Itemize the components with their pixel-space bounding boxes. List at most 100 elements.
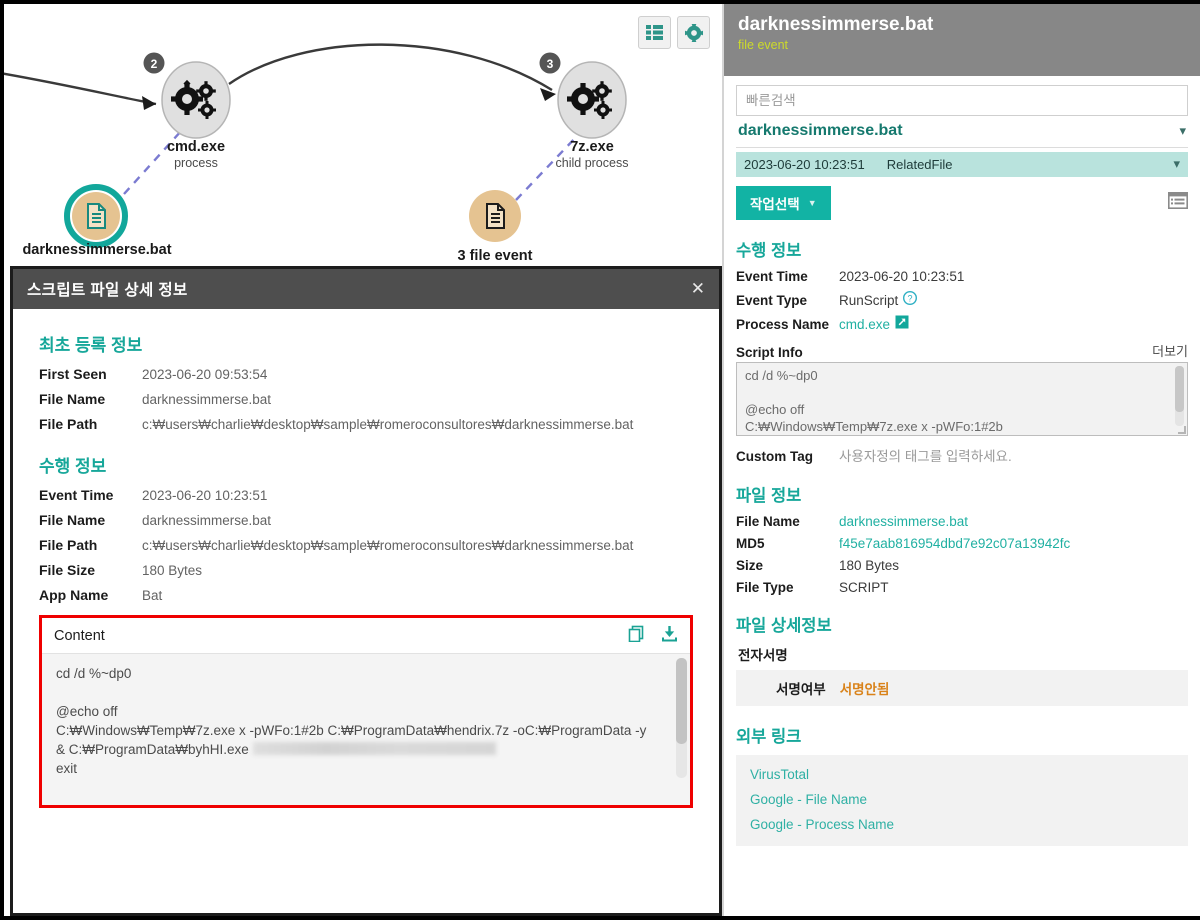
resize-handle-icon[interactable] [1178,426,1186,434]
file-name-accordion-header[interactable]: darknessimmerse.bat ▾ [736,116,1188,148]
event-detail-sidebar: darknessimmerse.bat file event darknessi… [722,4,1200,916]
svg-text:?: ? [908,293,913,303]
event-type-label: RelatedFile [886,157,953,172]
script-content-text[interactable]: cd /d %~dp0 @echo off C:₩Windows₩Temp₩7z… [42,653,690,805]
row-value: 2023-06-20 10:23:51 [839,269,965,284]
detail-row-first-seen: First Seen 2023-06-20 09:53:54 [39,366,693,382]
rp-row-process-name: Process Name cmd.exe [736,315,1188,332]
row-key: App Name [39,587,109,603]
custom-tag-input[interactable]: 사용자정의 태그를 입력하세요. [839,445,1012,465]
external-link-icon[interactable] [895,315,909,332]
node-label-darknessimmerse-bat[interactable]: darknessimmerse.bat [6,242,188,258]
node-label-file-event[interactable]: 3 file event [415,248,575,264]
script-info-text: cd /d %~dp0 @echo off C:₩Windows₩Temp₩7z… [745,368,1003,434]
row-key: File Name [39,512,106,528]
content-line-3: @echo off [56,704,118,719]
status-badge: 서명안됨 [839,682,890,697]
rp-row-file-type: File Type SCRIPT [736,580,1188,595]
search-input[interactable] [736,85,1188,116]
script-file-detail-dialog: 스크립트 파일 상세 정보 ✕ 최초 등록 정보 First Seen 2023… [10,266,722,916]
content-label: Content [54,628,105,644]
app-root: 2 3 cmd.exe process 7z.exe child process… [0,0,1200,920]
content-line-1: cd /d %~dp0 [56,666,132,681]
row-value: RunScript [839,293,899,308]
help-icon[interactable]: ? [903,290,918,308]
chevron-down-icon: ▾ [1173,157,1180,172]
row-key: Event Time [39,487,114,503]
list-view-button[interactable] [638,16,671,49]
row-key: MD5 [736,536,765,551]
list-detail-icon[interactable] [1168,192,1188,214]
section-title-first-seen: 최초 등록 정보 [39,336,143,355]
event-accordion-header[interactable]: 2023-06-20 10:23:51 RelatedFile ▾ [736,152,1188,177]
settings-button[interactable] [677,16,710,49]
page-subtitle: file event [738,38,789,52]
external-link-virustotal[interactable]: VirusTotal [750,767,1174,782]
section-title-exec-info: 수행 정보 [39,457,107,476]
detail-row-exec-file-path: File Path c:₩users₩charlie₩desktop₩sampl… [39,537,693,553]
section-title-file-info: 파일 정보 [736,487,802,505]
external-links-box: VirusTotal Google - File Name Google - P… [736,755,1188,846]
action-select-button[interactable]: 작업선택 ▼ [736,186,831,220]
row-key: Custom Tag [736,449,813,464]
rp-row-event-time: Event Time 2023-06-20 10:23:51 [736,269,1188,284]
content-line-6: exit [56,761,78,776]
copy-icon[interactable] [628,625,645,647]
row-value: SCRIPT [839,580,889,595]
chevron-down-icon: ▾ [1179,123,1186,139]
detail-row-file-path: File Path c:₩users₩charlie₩desktop₩sampl… [39,416,693,432]
content-header: Content [42,618,690,653]
row-value: darknessimmerse.bat [142,513,272,528]
row-value-link[interactable]: cmd.exe [839,317,890,332]
section-title-file-detail: 파일 상세정보 [736,617,832,635]
sidebar-body: darknessimmerse.bat ▾ 2023-06-20 10:23:5… [724,76,1200,846]
row-value: c:₩users₩charlie₩desktop₩sample₩romeroco… [142,417,634,432]
row-value-link[interactable]: darknessimmerse.bat [839,514,968,529]
script-info-scrollbar[interactable] [1175,366,1184,426]
row-key: File Type [736,580,794,595]
script-info-row: Script Info 더보기 [736,341,1188,360]
signature-label: 서명여부 [776,682,826,697]
rp-row-file-name: File Name darknessimmerse.bat [736,514,1188,529]
external-link-google-file-name[interactable]: Google - File Name [750,792,1174,807]
row-value: c:₩users₩charlie₩desktop₩sample₩romeroco… [142,538,634,553]
node-sublabel-7z: child process [555,156,629,170]
content-line-4: C:₩Windows₩Temp₩7z.exe x -pWFo:1#2b C:₩P… [56,723,647,738]
caret-down-icon: ▼ [807,198,817,208]
content-scrollbar[interactable] [676,658,687,778]
page-title: darknessimmerse.bat [738,14,934,35]
rp-row-md5: MD5 f45e7aab816954dbd7e92c07a13942fc [736,536,1188,551]
script-info-more-link[interactable]: 더보기 [1152,341,1188,360]
action-select-label: 작업선택 [750,197,800,212]
section-title-external-links: 외부 링크 [736,728,802,746]
detail-row-exec-file-name: File Name darknessimmerse.bat [39,512,693,528]
action-row: 작업선택 ▼ [736,186,1188,220]
row-key: First Seen [39,366,107,382]
dialog-body: 최초 등록 정보 First Seen 2023-06-20 09:53:54 … [13,309,719,913]
row-value: 2023-06-20 10:23:51 [142,488,268,503]
content-line-5: & C:₩ProgramData₩byhHI.exe [56,742,249,757]
row-value-link[interactable]: f45e7aab816954dbd7e92c07a13942fc [839,536,1070,551]
section-title-exec-info: 수행 정보 [736,242,802,260]
node-label-cmd[interactable]: cmd.exe [116,139,276,155]
script-info-textarea[interactable]: cd /d %~dp0 @echo off C:₩Windows₩Temp₩7z… [736,362,1188,436]
row-key: Process Name [736,317,830,332]
rp-row-size: Size 180 Bytes [736,558,1188,573]
row-key: File Size [39,562,96,578]
row-key: File Name [736,514,800,529]
svg-text:3: 3 [547,57,554,71]
graph-toolbar [638,16,710,49]
external-link-google-process-name[interactable]: Google - Process Name [750,817,1174,832]
dialog-title: 스크립트 파일 상세 정보 [27,282,188,299]
script-content-box: Content cd /d %~dp0 @echo off C:₩Windows… [39,615,693,808]
node-label-7z[interactable]: 7z.exe [512,139,672,155]
row-key: File Path [39,537,98,553]
gear-icon [684,23,703,42]
row-key: Event Time [736,269,808,284]
dialog-header: 스크립트 파일 상세 정보 ✕ [13,269,719,309]
close-icon[interactable]: ✕ [691,280,705,298]
row-key: Size [736,558,764,573]
row-key: Event Type [736,293,808,308]
list-icon [646,25,663,40]
download-icon[interactable] [661,625,678,647]
